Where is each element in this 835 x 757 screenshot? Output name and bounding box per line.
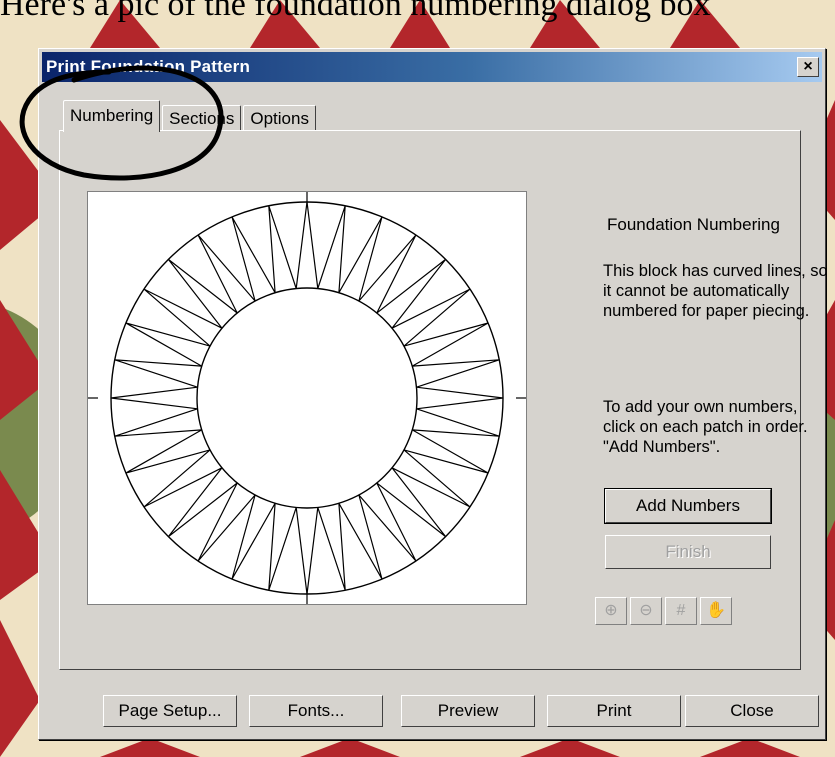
page-setup-button[interactable]: Page Setup... xyxy=(103,695,237,727)
preview-button[interactable]: Preview xyxy=(401,695,535,727)
spike-lines xyxy=(110,201,504,595)
tab-sections[interactable]: Sections xyxy=(162,105,242,131)
zoom-in-icon[interactable]: ⊕ xyxy=(595,597,627,625)
caption-text: Here's a pic of the foundation numbering… xyxy=(0,0,711,23)
add-numbers-button[interactable]: Add Numbers xyxy=(604,488,772,524)
add-numbers-instructions: To add your own numbers, click on each p… xyxy=(603,398,808,456)
inner-ring xyxy=(196,287,418,509)
block-preview[interactable] xyxy=(87,191,527,605)
panel-heading: Foundation Numbering xyxy=(607,215,780,234)
dialog-title: Print Foundation Pattern xyxy=(46,57,251,76)
finish-button[interactable]: Finish xyxy=(605,535,771,569)
print-button[interactable]: Print xyxy=(547,695,681,727)
finish-label: Finish xyxy=(665,542,711,561)
close-button[interactable]: Close xyxy=(685,695,819,727)
dialog-footer: Page Setup... Fonts... Preview Print Clo… xyxy=(39,683,825,733)
fonts-button[interactable]: Fonts... xyxy=(249,695,383,727)
tab-numbering[interactable]: Numbering xyxy=(63,100,161,132)
zoom-out-icon[interactable]: ⊖ xyxy=(630,597,662,625)
close-icon[interactable]: × xyxy=(797,57,819,77)
title-bar[interactable]: Print Foundation Pattern × xyxy=(42,52,822,82)
view-toolbar: ⊕ ⊖ # ✋ xyxy=(595,597,732,625)
curved-lines-note: This block has curved lines, so it canno… xyxy=(603,262,828,320)
grid-icon[interactable]: # xyxy=(665,597,697,625)
tab-options[interactable]: Options xyxy=(243,105,316,131)
tab-strip: Numbering Sections Options xyxy=(63,97,318,132)
hand-icon[interactable]: ✋ xyxy=(700,597,732,625)
block-drawing xyxy=(88,192,526,604)
print-foundation-dialog: Print Foundation Pattern × Numbering Sec… xyxy=(38,48,828,740)
